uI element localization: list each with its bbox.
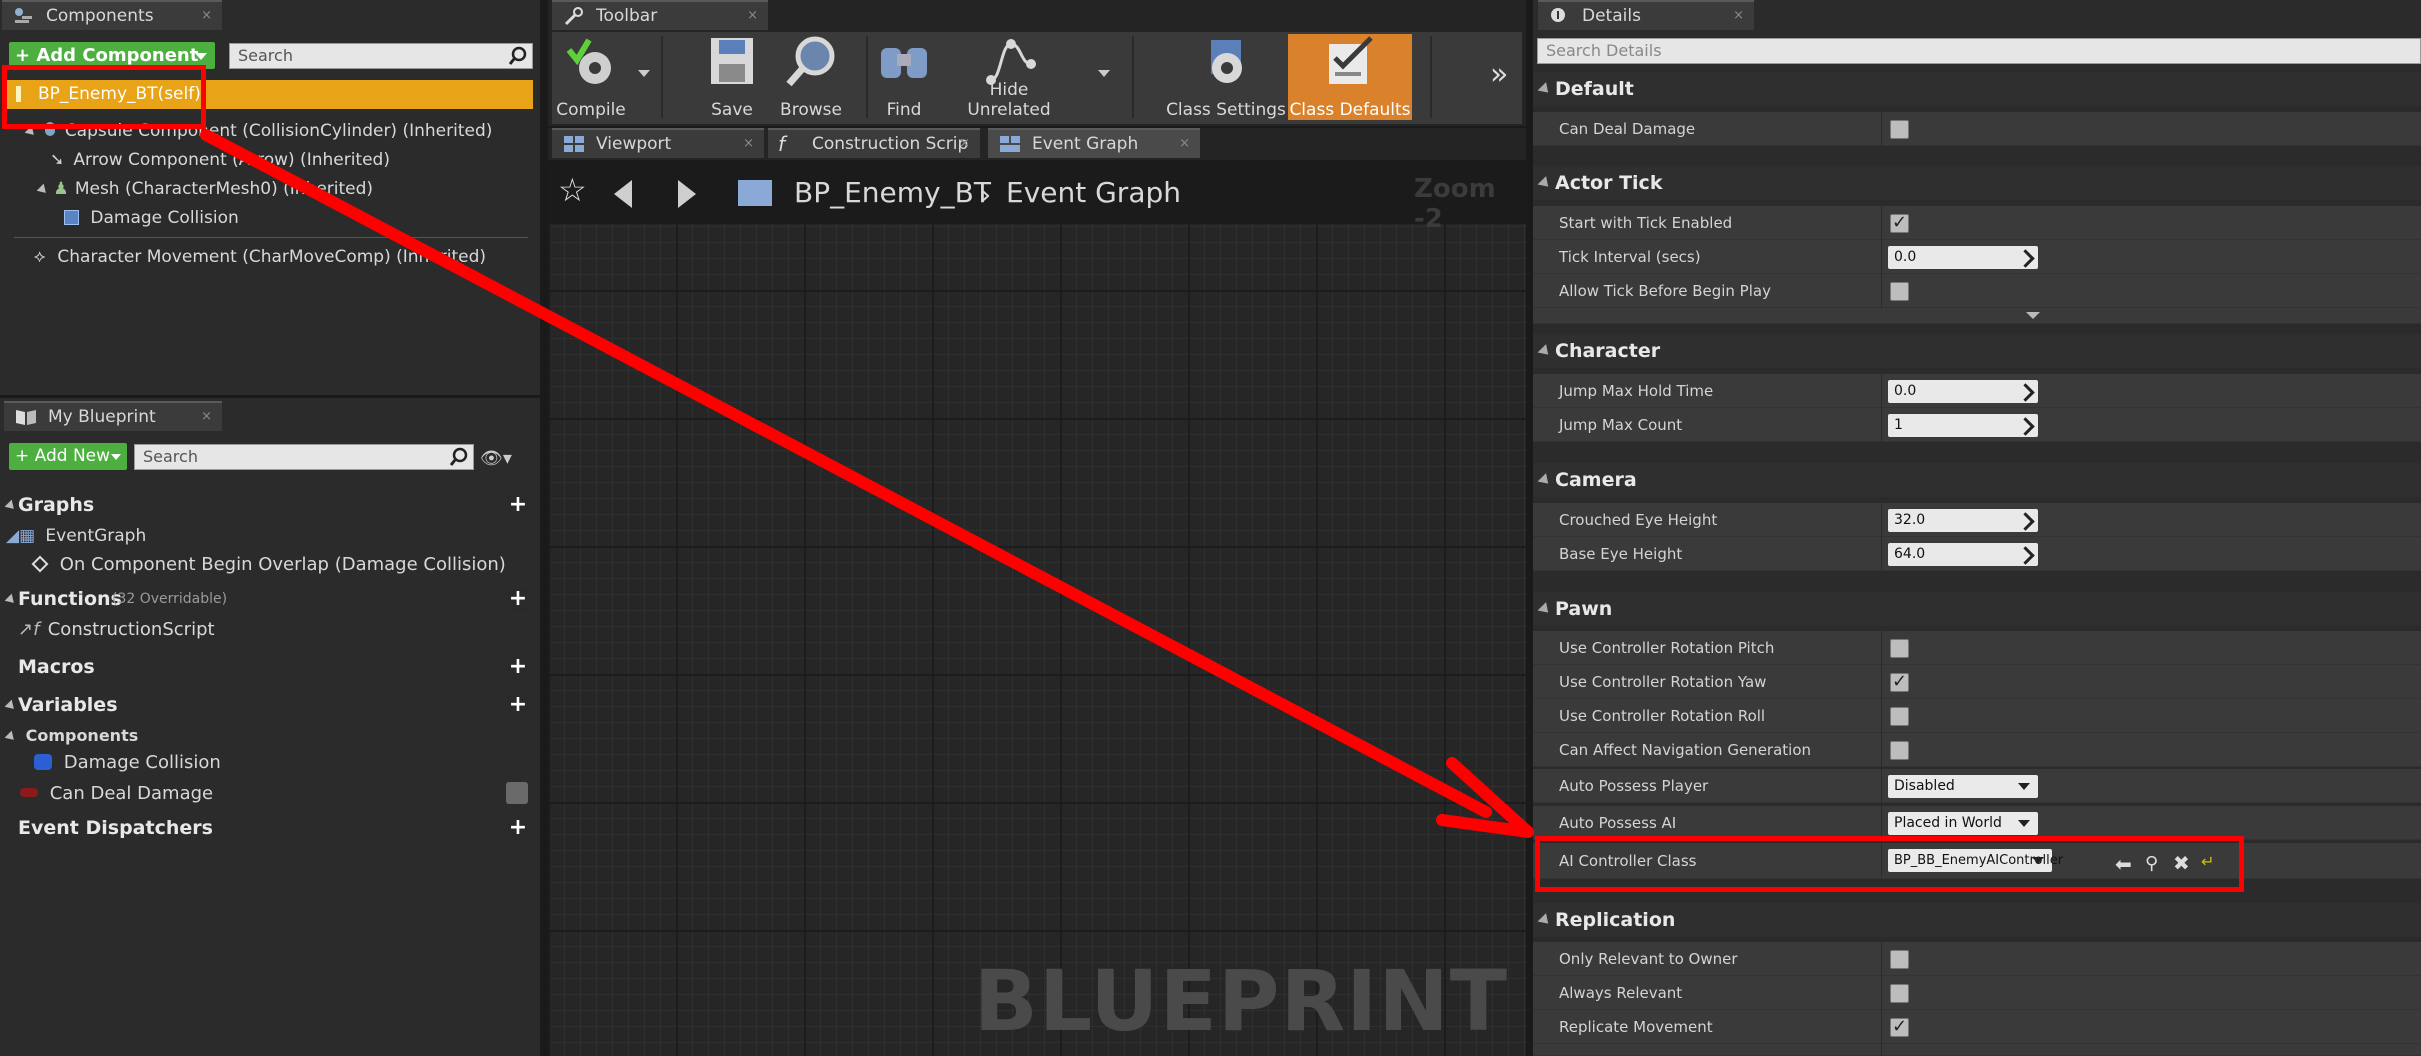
annotation-arrow: [200, 129, 1534, 838]
